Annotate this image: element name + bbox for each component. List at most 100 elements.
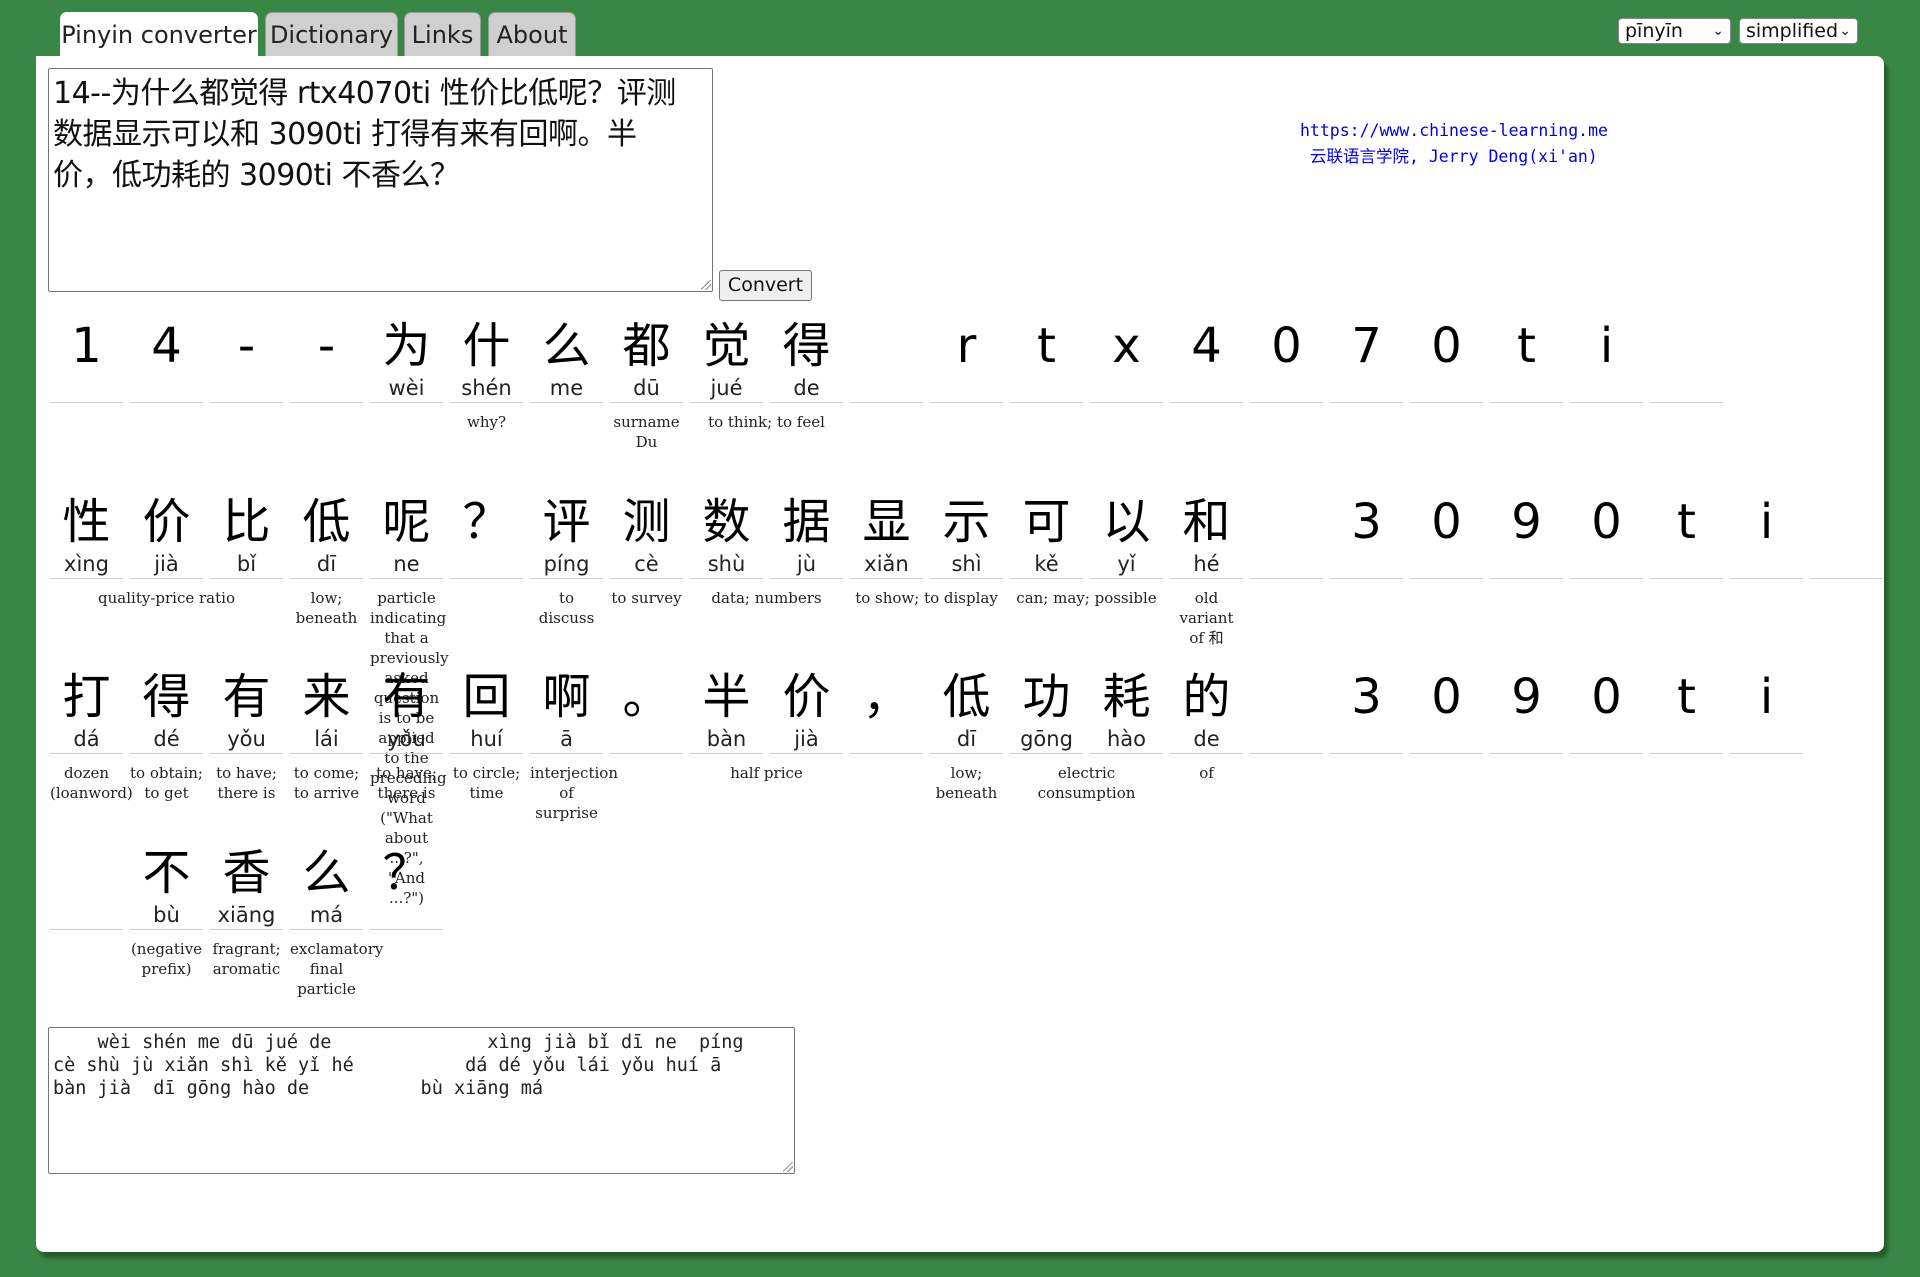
pinyin-label	[1250, 374, 1323, 403]
pinyin-label	[1410, 725, 1483, 754]
char-cell: 性 xìng	[50, 494, 123, 579]
pinyin-label: jù	[770, 550, 843, 579]
pinyin-label	[50, 901, 123, 930]
hanzi-char	[850, 318, 923, 374]
hanzi-char: 3	[1351, 669, 1382, 725]
convert-button[interactable]: Convert	[719, 270, 812, 301]
pinyin-label: dá	[50, 725, 123, 754]
char-cell: 呢 ne	[370, 494, 443, 579]
hanzi-char: 0	[1431, 494, 1462, 550]
char-cell: 1	[50, 318, 123, 403]
char-cell: 0	[1410, 494, 1483, 579]
hanzi-char: 么	[542, 318, 591, 374]
tab-pinyin-converter[interactable]: Pinyin converter	[60, 12, 258, 56]
romanization-select[interactable]: pīnyīn ⌄	[1618, 18, 1731, 44]
pinyin-label: hé	[1170, 550, 1243, 579]
hanzi-char: 回	[462, 669, 511, 725]
resize-handle-icon[interactable]	[783, 1162, 793, 1172]
pinyin-label: ā	[530, 725, 603, 754]
hanzi-char: t	[1677, 669, 1696, 725]
char-cell: i	[1730, 669, 1803, 754]
pinyin-label: bù	[130, 901, 203, 930]
hanzi-char	[1250, 669, 1323, 725]
tab-links[interactable]: Links	[404, 12, 481, 56]
char-cell	[1250, 494, 1323, 579]
pinyin-label: shù	[690, 550, 763, 579]
hanzi-char: -	[317, 318, 336, 374]
tab-dictionary[interactable]: Dictionary	[265, 12, 398, 56]
pinyin-output-textarea[interactable]: wèi shén me dū jué de xìng jià bǐ dī ne …	[48, 1027, 795, 1174]
site-url-link[interactable]: https://www.chinese-learning.me	[1300, 121, 1608, 140]
script-select[interactable]: simplified ⌄	[1739, 18, 1858, 44]
hanzi-char: 得	[782, 318, 831, 374]
char-cell: 数 shù	[690, 494, 763, 579]
pinyin-label	[1410, 550, 1483, 579]
pinyin-label	[1570, 725, 1643, 754]
pinyin-label: shì	[930, 550, 1003, 579]
hanzi-char: t	[1517, 318, 1536, 374]
pinyin-label	[1650, 550, 1723, 579]
pinyin-label	[1010, 374, 1083, 403]
pinyin-label	[1410, 374, 1483, 403]
chinese-input-text: 14--为什么都觉得 rtx4070ti 性价比低呢？评测 数据显示可以和 30…	[53, 76, 676, 193]
pinyin-label: dū	[610, 374, 683, 403]
hanzi-char: 半	[702, 669, 751, 725]
hanzi-char	[50, 845, 123, 901]
pinyin-label	[610, 725, 683, 754]
hanzi-char: 价	[142, 494, 191, 550]
char-cell: 的 de	[1170, 669, 1243, 754]
pinyin-label: xìng	[50, 550, 123, 579]
char-cell: 3	[1330, 669, 1403, 754]
char-cell: 价 jià	[770, 669, 843, 754]
char-cell: 得 de	[770, 318, 843, 403]
hanzi-char: 什	[462, 318, 511, 374]
resize-handle-icon[interactable]	[701, 280, 711, 290]
pinyin-label	[1330, 374, 1403, 403]
pinyin-label: gōng	[1010, 725, 1083, 754]
char-cell: 以 yǐ	[1090, 494, 1163, 579]
pinyin-label	[1250, 725, 1323, 754]
hanzi-char: 低	[942, 669, 991, 725]
char-cell: 香 xiāng	[210, 845, 283, 930]
char-cell: ？	[450, 494, 523, 579]
definition-text: old variant of 和	[1179, 589, 1234, 647]
char-cell	[1250, 669, 1323, 754]
pinyin-label: dé	[130, 725, 203, 754]
definition-text: fragrant; aromatic	[212, 940, 281, 978]
char-cell: i	[1570, 318, 1643, 403]
char-cell: 9	[1490, 494, 1563, 579]
hanzi-char: 据	[782, 494, 831, 550]
char-cell: 0	[1570, 669, 1643, 754]
chevron-down-icon: ⌄	[1712, 23, 1724, 39]
pinyin-label: xiǎn	[850, 550, 923, 579]
definition-text: interjection of surprise	[530, 764, 618, 822]
char-cell: 0	[1250, 318, 1323, 403]
hanzi-char: 0	[1591, 494, 1622, 550]
pinyin-label: má	[290, 901, 363, 930]
char-cell: 耗 hào	[1090, 669, 1163, 754]
chinese-input-textarea[interactable]: 14--为什么都觉得 rtx4070ti 性价比低呢？评测 数据显示可以和 30…	[48, 68, 713, 292]
definition-text: low; beneath	[935, 764, 998, 802]
definition-text: electric consumption	[1037, 764, 1136, 802]
hanzi-char: 不	[142, 845, 191, 901]
char-cell	[850, 318, 923, 403]
pinyin-label: jià	[770, 725, 843, 754]
hanzi-char	[1810, 494, 1883, 550]
hanzi-char: 评	[542, 494, 591, 550]
pinyin-label: jià	[130, 550, 203, 579]
pinyin-label: dī	[290, 550, 363, 579]
pinyin-label: me	[530, 374, 603, 403]
hanzi-char	[1250, 494, 1323, 550]
definition-text: to come; to arrive	[293, 764, 360, 802]
tab-about[interactable]: About	[488, 12, 576, 56]
definition-text: (negative prefix)	[130, 940, 203, 978]
char-cell: -	[290, 318, 363, 403]
char-cell: 什 shén	[450, 318, 523, 403]
pinyin-label: yǒu	[210, 725, 283, 754]
pinyin-label	[1250, 550, 1323, 579]
char-cell: 么 má	[290, 845, 363, 930]
definition-text: low; beneath	[295, 589, 358, 627]
definition-text: quality-price ratio	[98, 589, 235, 607]
hanzi-char: 有	[222, 669, 271, 725]
pinyin-label	[1650, 374, 1723, 403]
